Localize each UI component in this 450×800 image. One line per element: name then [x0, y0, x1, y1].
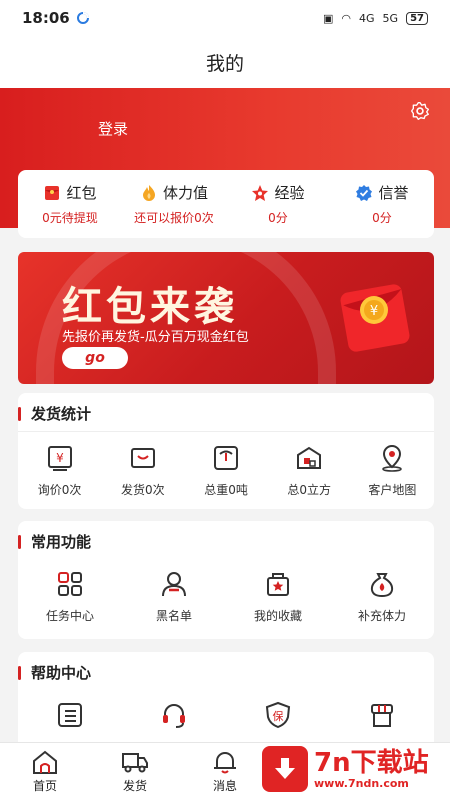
stat-value: 0分 [268, 211, 288, 225]
star-badge-icon [252, 184, 269, 201]
shipping-stat-inquiry[interactable]: ¥ 询价0次 [18, 443, 101, 498]
common-functions-section: 常用功能 任务中心 黑名单 我的收藏 补充体力 [18, 521, 434, 639]
box-icon [130, 448, 155, 468]
truck-icon [122, 753, 148, 773]
banner-title: 红包来袭 [62, 283, 238, 330]
help-store[interactable] [330, 700, 434, 730]
grid-label: 我的收藏 [253, 609, 302, 623]
wifi-icon: ◠ [341, 11, 352, 25]
stat-label: 红包 [66, 184, 97, 202]
stat-value: 0分 [372, 211, 392, 225]
banner-go-button[interactable]: go [62, 347, 128, 369]
promo-banner[interactable]: 红包来袭 先报价再发货-瓜分百万现金红包 go ¥ [18, 252, 434, 384]
divider [18, 431, 434, 432]
section-title-bar [18, 665, 21, 680]
flame-icon [142, 184, 155, 201]
grid-label: 任务中心 [45, 609, 94, 623]
shield-check-icon [356, 184, 373, 201]
blacklist-icon [162, 572, 186, 597]
stat-value: 0元待提现 [42, 211, 98, 225]
banner-subtitle: 先报价再发货-瓜分百万现金红包 [62, 330, 249, 345]
signal-5g: 5G [382, 11, 399, 25]
svg-text:¥: ¥ [56, 451, 64, 465]
function-task-center[interactable]: 任务中心 [18, 569, 122, 624]
warehouse-icon [297, 446, 322, 469]
section-title-bar [18, 406, 21, 421]
nav-home[interactable]: 首页 [0, 743, 90, 800]
shipping-stat-weight[interactable]: 总重0吨 [184, 443, 267, 498]
watermark-text: 7n下载站 [314, 747, 429, 778]
insurance-label: 保 [273, 709, 284, 723]
gear-icon[interactable] [410, 101, 430, 121]
headset-icon [163, 704, 185, 728]
coin-symbol: ¥ [370, 304, 378, 319]
energy-bag-icon [370, 573, 394, 598]
download-icon [262, 746, 308, 792]
function-favorites[interactable]: 我的收藏 [226, 569, 330, 624]
signal-4g: 4G [359, 11, 375, 25]
battery-icon: 57 [406, 11, 428, 25]
home-icon [33, 750, 57, 774]
watermark-url: www.7ndn.com [314, 776, 409, 790]
grid-label: 黑名单 [155, 609, 192, 623]
account-stats-card: 红包 0元待提现 体力值 还可以报价0次 经验 0分 信誉 0分 [18, 170, 434, 238]
stat-label: 经验 [274, 184, 305, 202]
shipping-stat-shipments[interactable]: 发货0次 [101, 443, 184, 498]
nav-label: 发货 [122, 779, 147, 793]
scale-icon [214, 446, 238, 470]
sync-icon [76, 12, 89, 24]
login-button[interactable]: 登录 [98, 118, 128, 139]
grid-label: 客户地图 [368, 483, 417, 497]
nfc-icon: ▣ [323, 11, 334, 25]
task-center-icon [58, 572, 82, 596]
nav-ship[interactable]: 发货 [90, 743, 180, 800]
help-insurance[interactable]: 保 [226, 700, 330, 730]
section-title-bar [18, 534, 21, 549]
function-refill-energy[interactable]: 补充体力 [330, 569, 434, 624]
grid-label: 询价0次 [37, 483, 82, 497]
status-bar: 18:06 ▣ ◠ 4G 5G 57 [0, 0, 450, 36]
stat-experience[interactable]: 经验 0分 [226, 170, 330, 238]
help-customer-service[interactable] [122, 700, 226, 730]
help-complaint[interactable] [18, 700, 122, 730]
inquiry-icon: ¥ [47, 446, 72, 471]
section-title: 帮助中心 [18, 662, 91, 683]
insurance-icon: 保 [265, 701, 291, 729]
complaint-list-icon [58, 703, 82, 727]
shipping-stat-customer-map[interactable]: 客户地图 [351, 443, 434, 498]
status-indicators: ▣ ◠ 4G 5G 57 [323, 11, 428, 25]
help-center-section: 帮助中心 保 [18, 652, 434, 752]
red-envelope-icon: ¥ [340, 284, 410, 352]
section-title: 发货统计 [18, 403, 91, 424]
section-title-text: 常用功能 [31, 533, 92, 551]
nav-messages[interactable]: 消息 [180, 743, 270, 800]
shipping-stat-volume[interactable]: 总0立方 [268, 443, 351, 498]
stat-red-packet[interactable]: 红包 0元待提现 [18, 170, 122, 238]
nav-label: 消息 [212, 779, 237, 793]
red-packet-icon [45, 185, 60, 200]
stat-value: 还可以报价0次 [134, 211, 214, 225]
site-watermark: 7n下载站 www.7ndn.com [262, 738, 450, 800]
status-time: 18:06 [22, 9, 70, 27]
map-pin-icon [382, 444, 403, 472]
page-title-bar: 我的 [0, 36, 450, 88]
nav-label: 首页 [32, 779, 57, 793]
section-title-text: 帮助中心 [31, 664, 92, 682]
section-title: 常用功能 [18, 531, 91, 552]
function-blacklist[interactable]: 黑名单 [122, 569, 226, 624]
stat-label: 信誉 [378, 184, 409, 202]
shipping-stats-section: 发货统计 ¥ 询价0次 发货0次 总重0吨 总0立方 客户地图 [18, 393, 434, 509]
stat-credit[interactable]: 信誉 0分 [330, 170, 434, 238]
page-title: 我的 [205, 52, 244, 75]
grid-label: 发货0次 [120, 483, 165, 497]
grid-label: 总0立方 [287, 483, 332, 497]
stat-label: 体力值 [162, 184, 208, 202]
grid-label: 补充体力 [357, 609, 406, 623]
section-title-text: 发货统计 [31, 405, 92, 423]
stat-energy[interactable]: 体力值 还可以报价0次 [122, 170, 226, 238]
grid-label: 总重0吨 [204, 483, 248, 497]
bell-icon [214, 752, 236, 774]
favorites-icon [267, 573, 289, 596]
store-icon [371, 704, 393, 727]
